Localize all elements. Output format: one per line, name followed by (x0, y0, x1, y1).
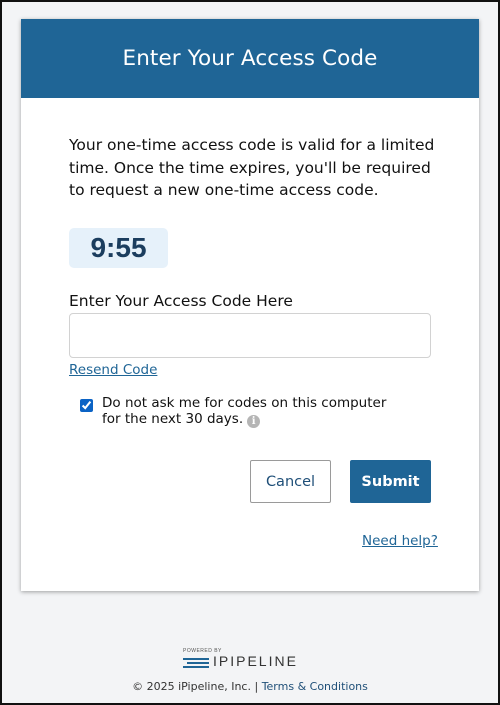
ipipeline-logo: POWERED BY IPIPELINE (183, 648, 323, 670)
terms-link[interactable]: Terms & Conditions (262, 680, 368, 693)
resend-code-link[interactable]: Resend Code (69, 362, 157, 378)
remember-device-checkbox[interactable] (80, 399, 93, 412)
access-code-label: Enter Your Access Code Here (69, 292, 293, 310)
remember-device-label: Do not ask me for codes on this computer… (102, 395, 387, 428)
logo-wordmark: IPIPELINE (213, 653, 298, 669)
access-code-input[interactable] (69, 313, 431, 358)
countdown-timer: 9:55 (69, 228, 168, 268)
cancel-button[interactable]: Cancel (250, 460, 331, 503)
footer: © 2025 iPipeline, Inc. | Terms & Conditi… (0, 680, 500, 693)
card-header: Enter Your Access Code (21, 19, 479, 98)
intro-text: Your one-time access code is valid for a… (69, 136, 435, 199)
logo-lines-icon (183, 658, 209, 668)
need-help-link[interactable]: Need help? (362, 533, 438, 549)
submit-button[interactable]: Submit (350, 460, 431, 503)
remember-device-option: Do not ask me for codes on this computer… (80, 395, 420, 428)
page-title: Enter Your Access Code (122, 46, 378, 71)
copyright-text: © 2025 iPipeline, Inc. | (132, 680, 259, 693)
info-icon[interactable]: i (247, 414, 261, 428)
